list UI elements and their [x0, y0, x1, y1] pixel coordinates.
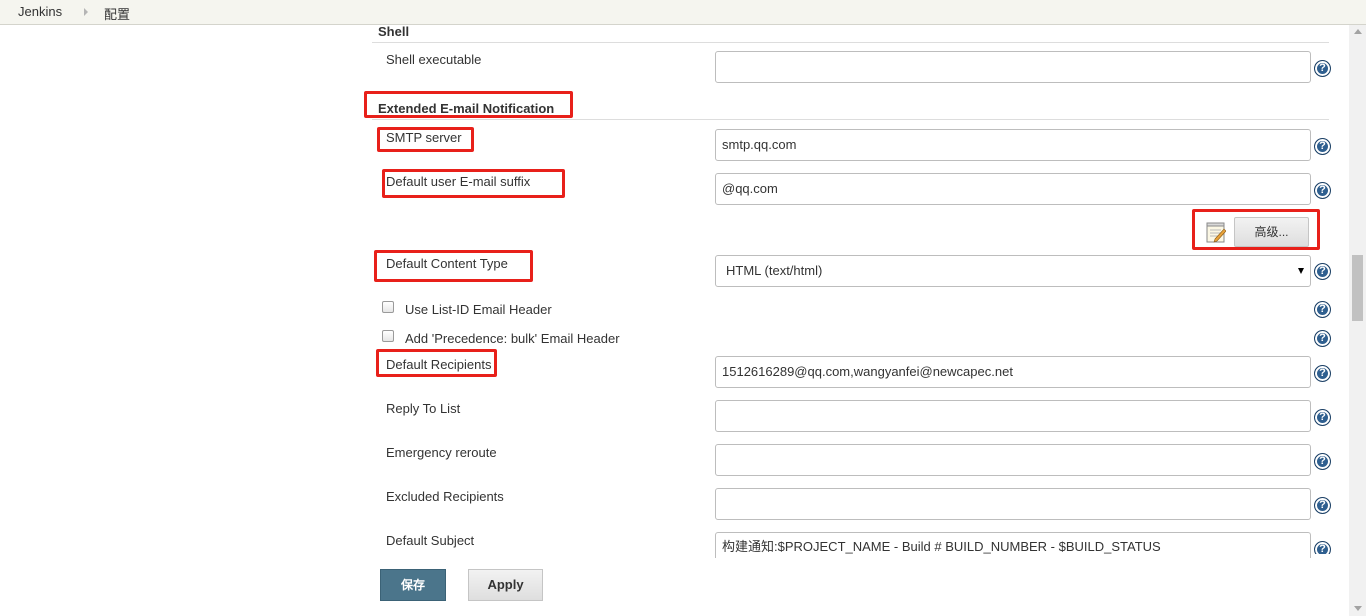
- emergency-reroute-label: Emergency reroute: [386, 445, 497, 460]
- shell-executable-label: Shell executable: [386, 52, 482, 67]
- breadcrumb-chevron-icon: [84, 8, 88, 16]
- help-icon[interactable]: ?: [1314, 330, 1331, 347]
- shell-section-title: Shell: [378, 24, 410, 39]
- list-id-label: Use List-ID Email Header: [405, 302, 552, 317]
- help-icon[interactable]: ?: [1314, 301, 1331, 318]
- content-type-selected-value: HTML (text/html): [726, 263, 823, 278]
- smtp-server-input[interactable]: smtp.qq.com: [715, 129, 1311, 161]
- scrollbar-thumb[interactable]: [1352, 255, 1363, 321]
- email-section-header: Extended E-mail Notification: [372, 101, 1329, 120]
- advanced-button-group: 高级...: [1200, 217, 1310, 247]
- help-icon[interactable]: ?: [1314, 541, 1331, 554]
- breadcrumb-jenkins-link[interactable]: Jenkins: [18, 4, 62, 19]
- dropdown-arrow-icon: [1298, 268, 1304, 274]
- help-icon[interactable]: ?: [1314, 263, 1331, 280]
- recipients-input[interactable]: 1512616289@qq.com,wangyanfei@newcapec.ne…: [715, 356, 1311, 388]
- breadcrumb: Jenkins 配置: [0, 0, 1366, 25]
- excluded-recipients-input[interactable]: [715, 488, 1311, 520]
- help-icon[interactable]: ?: [1314, 365, 1331, 382]
- help-icon[interactable]: ?: [1314, 409, 1331, 426]
- scroll-up-arrow-icon[interactable]: [1354, 29, 1362, 34]
- page-scrollbar[interactable]: [1349, 25, 1366, 616]
- email-section-title: Extended E-mail Notification: [378, 101, 555, 116]
- list-id-checkbox[interactable]: [382, 301, 394, 313]
- precedence-label: Add 'Precedence: bulk' Email Header: [405, 331, 620, 346]
- email-suffix-label: Default user E-mail suffix: [386, 174, 531, 189]
- content-type-select[interactable]: HTML (text/html): [715, 255, 1311, 287]
- default-subject-label: Default Subject: [386, 533, 475, 548]
- help-icon[interactable]: ?: [1314, 182, 1331, 199]
- reply-to-input[interactable]: [715, 400, 1311, 432]
- content-type-label: Default Content Type: [386, 256, 508, 271]
- emergency-reroute-input[interactable]: [715, 444, 1311, 476]
- email-suffix-input[interactable]: @qq.com: [715, 173, 1311, 205]
- shell-section-header: Shell: [372, 24, 1329, 43]
- scroll-down-arrow-icon[interactable]: [1354, 606, 1362, 611]
- shell-executable-input[interactable]: [715, 51, 1311, 83]
- advanced-button[interactable]: 高级...: [1234, 217, 1309, 247]
- save-button[interactable]: 保存: [380, 569, 446, 601]
- help-icon[interactable]: ?: [1314, 138, 1331, 155]
- smtp-server-label: SMTP server: [386, 130, 462, 145]
- reply-to-label: Reply To List: [386, 401, 461, 416]
- apply-button[interactable]: Apply: [468, 569, 543, 601]
- help-icon[interactable]: ?: [1314, 60, 1331, 77]
- help-icon[interactable]: ?: [1314, 453, 1331, 470]
- notepad-icon: [1206, 222, 1226, 243]
- default-subject-input[interactable]: 构建通知:$PROJECT_NAME - Build # BUILD_NUMBE…: [715, 532, 1311, 558]
- recipients-label: Default Recipients: [386, 357, 492, 372]
- precedence-checkbox[interactable]: [382, 330, 394, 342]
- breadcrumb-config-link[interactable]: 配置: [104, 4, 130, 23]
- help-icon[interactable]: ?: [1314, 497, 1331, 514]
- excluded-recipients-label: Excluded Recipients: [386, 489, 504, 504]
